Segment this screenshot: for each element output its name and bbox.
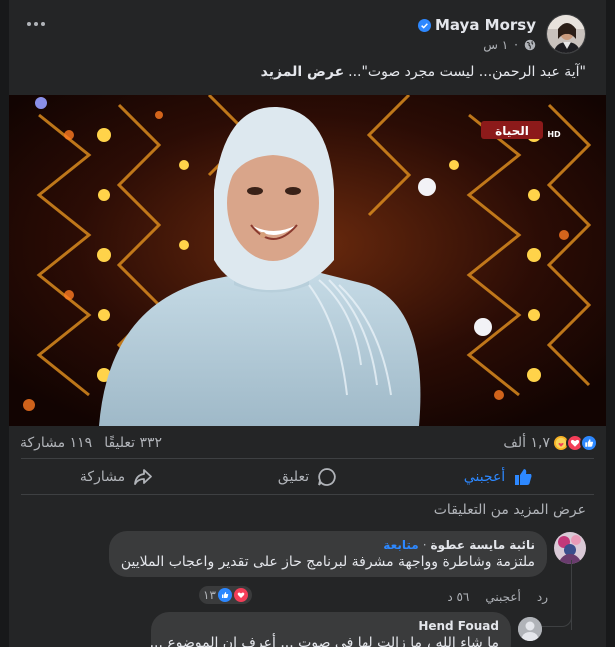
stats-divider — [21, 458, 594, 459]
see-more-link[interactable]: عرض المزيد — [261, 64, 344, 80]
video-player[interactable]: الحياة HD — [9, 95, 606, 426]
meta-separator: · — [514, 38, 518, 52]
like-button[interactable]: أعجبني — [403, 460, 594, 494]
channel-logo-text: الحياة — [495, 124, 529, 138]
more-options-icon[interactable] — [27, 22, 45, 26]
comment-text: ملتزمة وشاطرة وواجهة مشرفة لبرنامج حاز ع… — [120, 554, 535, 570]
comment-label: تعليق — [277, 469, 310, 485]
globe-icon — [524, 39, 536, 51]
shares-count[interactable]: ١١٩ مشاركة — [20, 435, 92, 451]
verified-badge-icon — [417, 18, 431, 32]
comment-reactions[interactable]: ١٣ — [199, 586, 252, 604]
comment-reactions-count: ١٣ — [203, 588, 216, 602]
commenter-name[interactable]: نائبة مايسة عطوة — [431, 538, 535, 552]
channel-hd-badge: HD — [547, 130, 561, 139]
reply-text: ما شاء الله ، ما زالت لها في صوت ... أعر… — [149, 635, 499, 647]
share-button[interactable]: مشاركة — [21, 460, 212, 494]
reply-bubble: Hend Fouad ما شاء الله ، ما زالت لها في … — [149, 612, 511, 647]
post-caption: "آية عبد الرحمن... ليست مجرد صوت"... عرض… — [261, 64, 586, 80]
comments-count[interactable]: ٣٣٢ تعليقًا — [104, 435, 162, 451]
view-more-comments-link[interactable]: عرض المزيد من التعليقات — [434, 502, 586, 518]
comment-like-link[interactable]: أعجبني — [485, 590, 520, 604]
commenter-avatar[interactable] — [554, 532, 586, 564]
post-actions: أعجبني تعليق مشاركة — [21, 460, 594, 494]
like-reaction-icon — [217, 588, 232, 602]
author-name[interactable]: Maya Morsy — [435, 16, 536, 34]
reply-header: Hend Fouad — [163, 619, 499, 633]
actions-divider — [21, 494, 594, 495]
reaction-icons — [552, 434, 598, 452]
caption-text: "آية عبد الرحمن... ليست مجرد صوت"... — [348, 64, 586, 80]
post-card: Maya Morsy ١ س · "آية عبد الرحمن... ليست… — [9, 0, 606, 647]
thumbs-up-icon — [515, 469, 532, 485]
comment-time[interactable]: ٥٦ د — [447, 590, 469, 604]
author-line: Maya Morsy — [417, 16, 536, 34]
comment-icon — [318, 468, 336, 486]
comment-button[interactable]: تعليق — [212, 460, 403, 494]
share-icon — [134, 469, 152, 485]
post-header: Maya Morsy ١ س · — [9, 0, 606, 60]
post-stats: ١,٧ ألف ٣٣٢ تعليقًا ١١٩ مشاركة — [9, 428, 606, 458]
comment-actions: ٥٦ د أعجبني رد — [447, 590, 548, 604]
commenter-avatar-default[interactable] — [518, 617, 542, 641]
thread-connector — [542, 602, 572, 627]
comment-bubble: نائبة مايسة عطوة · متابعة ملتزمة وشاطرة … — [108, 531, 547, 577]
engagement-counts: ٣٣٢ تعليقًا ١١٩ مشاركة — [20, 435, 162, 451]
share-label: مشاركة — [79, 469, 126, 485]
like-reaction-icon — [580, 434, 598, 452]
author-avatar[interactable] — [546, 14, 586, 54]
like-label: أعجبني — [463, 469, 506, 485]
reactions-summary[interactable]: ١,٧ ألف — [503, 434, 598, 452]
love-reaction-icon — [233, 588, 248, 602]
follow-link[interactable]: متابعة — [383, 538, 418, 552]
post-meta: ١ س · — [483, 38, 536, 52]
reply-commenter-name[interactable]: Hend Fouad — [418, 619, 499, 633]
post-time[interactable]: ١ س — [483, 38, 508, 52]
reactions-count: ١,٧ ألف — [503, 435, 550, 451]
comment-separator: · — [422, 538, 427, 552]
comment-header: نائبة مايسة عطوة · متابعة — [121, 538, 535, 552]
